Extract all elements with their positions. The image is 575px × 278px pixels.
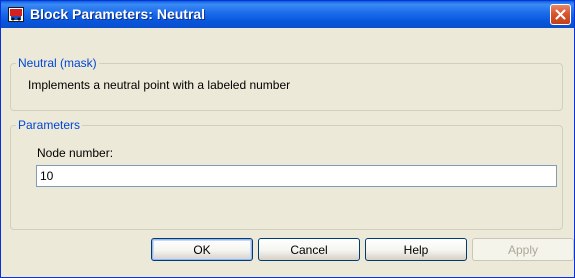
close-icon — [555, 9, 566, 20]
mask-description: Implements a neutral point with a labele… — [28, 78, 291, 92]
apply-button[interactable]: Apply — [472, 238, 574, 261]
cancel-button[interactable]: Cancel — [258, 238, 360, 261]
help-button[interactable]: Help — [365, 238, 467, 261]
simulink-block-icon — [8, 7, 24, 22]
node-number-input[interactable] — [36, 165, 557, 187]
mask-group-title: Neutral (mask) — [16, 56, 99, 70]
close-button[interactable] — [550, 4, 571, 25]
window-title: Block Parameters: Neutral — [30, 6, 206, 22]
node-number-label: Node number: — [37, 146, 114, 160]
parameters-group-title: Parameters — [16, 118, 83, 132]
ok-button[interactable]: OK — [151, 238, 253, 261]
dialog-window: Block Parameters: Neutral Neutral (mask)… — [0, 0, 575, 278]
title-bar[interactable]: Block Parameters: Neutral — [1, 1, 574, 28]
